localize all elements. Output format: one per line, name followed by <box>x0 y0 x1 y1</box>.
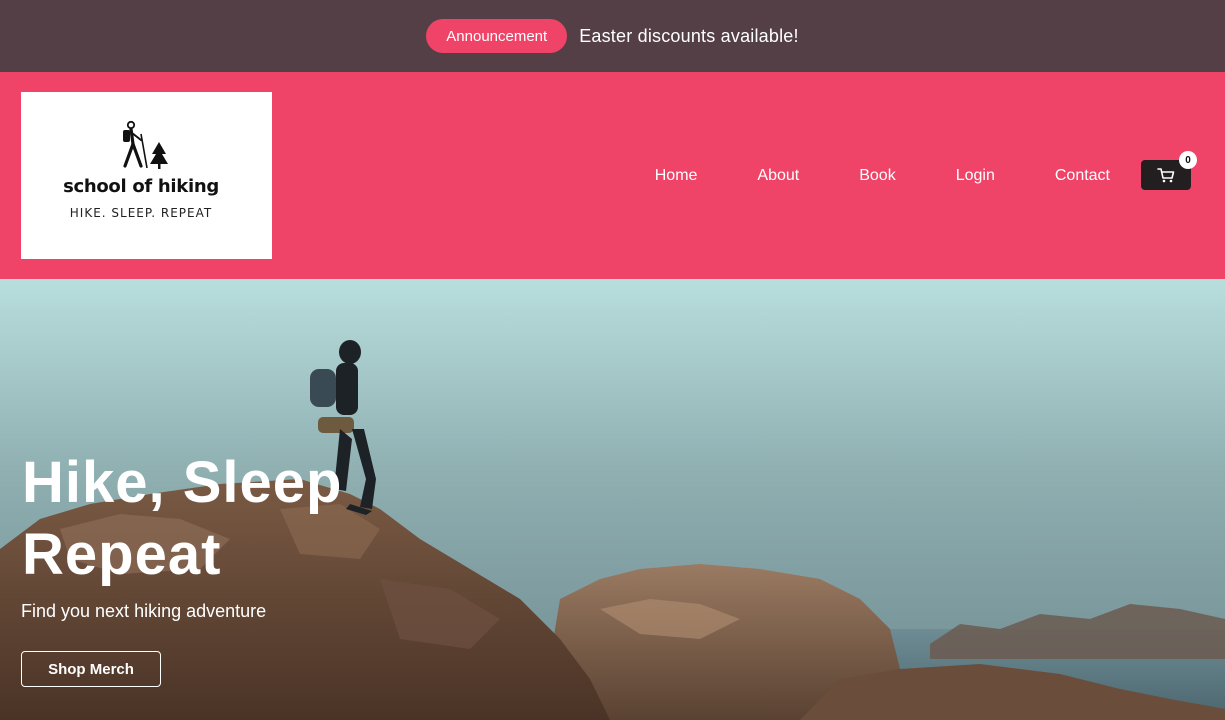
announcement-bar: Announcement Easter discounts available! <box>0 0 1225 72</box>
announcement-text: Easter discounts available! <box>579 25 799 46</box>
announcement-badge[interactable]: Announcement <box>426 19 568 53</box>
hero-title: Hike, Sleep Repeat <box>22 447 422 591</box>
logo-name: school of hiking <box>63 176 219 197</box>
cart-count-badge: 0 <box>1179 151 1197 169</box>
shop-merch-button[interactable]: Shop Merch <box>21 651 161 687</box>
nav-item-home[interactable]: Home <box>655 167 698 185</box>
hero-title-line1: Hike, Sleep <box>22 450 343 515</box>
nav-item-login[interactable]: Login <box>956 167 995 185</box>
nav-item-book[interactable]: Book <box>859 167 895 185</box>
hiker-with-tree-icon <box>123 120 168 169</box>
shopping-cart-icon <box>1157 168 1175 183</box>
logo-tagline: HIKE. SLEEP. REPEAT <box>69 206 213 220</box>
hero-subtitle: Find you next hiking adventure <box>21 601 267 621</box>
nav-item-about[interactable]: About <box>757 167 799 185</box>
site-logo[interactable]: school of hiking HIKE. SLEEP. REPEAT <box>21 92 272 259</box>
site-header: school of hiking HIKE. SLEEP. REPEAT Hom… <box>0 72 1225 279</box>
hero-title-line2: Repeat <box>22 522 222 587</box>
nav-item-contact[interactable]: Contact <box>1055 167 1110 185</box>
main-nav: Home About Book Login Contact <box>655 72 1110 279</box>
hero-section: Hike, Sleep Repeat Find you next hiking … <box>0 279 1225 720</box>
